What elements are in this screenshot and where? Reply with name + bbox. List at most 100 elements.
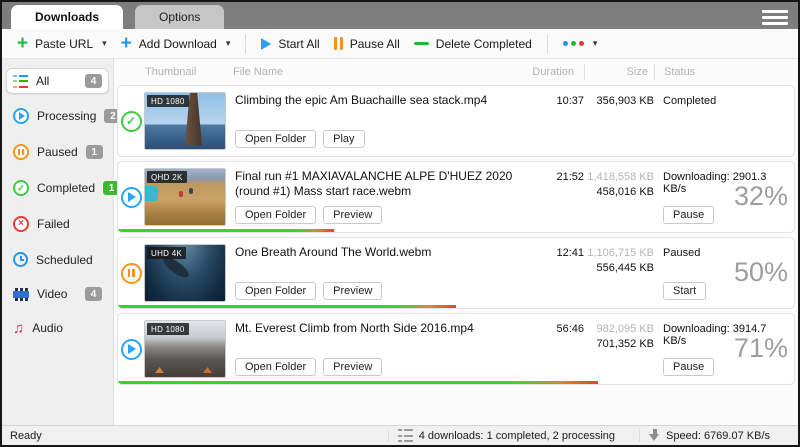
sidebar-item-video[interactable]: Video 4: [6, 281, 109, 307]
app-window: Downloads Options + Paste URL ▾ + Add Do…: [0, 0, 800, 447]
toolbar-separator: [245, 34, 246, 54]
status-bar: Ready 4 downloads: 1 completed, 2 proces…: [2, 425, 798, 445]
music-note-icon: ♫: [13, 322, 24, 335]
speed-text: Speed: 6769.07 KB/s: [666, 430, 770, 442]
add-download-button[interactable]: + Add Download ▾: [114, 35, 238, 53]
preview-button[interactable]: Preview: [323, 358, 382, 376]
sidebar-item-label: Completed: [37, 181, 95, 195]
film-icon: [13, 288, 29, 301]
pause-icon: [334, 37, 343, 50]
size-downloaded: 701,352 KB: [597, 338, 655, 350]
pause-all-button[interactable]: Pause All: [327, 35, 407, 53]
status-text: Paused: [663, 247, 700, 259]
size-downloaded: 556,445 KB: [597, 262, 655, 274]
tab-downloads[interactable]: Downloads: [11, 5, 123, 29]
header-thumbnail[interactable]: Thumbnail: [143, 66, 231, 78]
sidebar-item-processing[interactable]: Processing 2: [6, 102, 109, 130]
sidebar-item-paused[interactable]: Paused 1: [6, 138, 109, 166]
plus-icon: +: [17, 37, 28, 51]
pause-all-label: Pause All: [350, 37, 400, 51]
chevron-down-icon[interactable]: ▾: [102, 38, 107, 49]
tab-strip: Downloads Options: [2, 2, 798, 29]
count-badge: 1: [86, 145, 103, 159]
file-name: Climbing the epic Am Buachaille sea stac…: [235, 93, 518, 108]
add-download-label: Add Download: [139, 37, 217, 51]
check-circle-icon: ✓: [121, 111, 142, 132]
play-circle-icon: [121, 339, 142, 360]
progress-percent: 71%: [734, 333, 788, 364]
chevron-down-icon[interactable]: ▾: [226, 38, 231, 49]
clock-icon: [13, 252, 28, 267]
size-value: 356,903 KB: [597, 95, 655, 107]
pause-button[interactable]: Pause: [663, 358, 714, 376]
downloads-summary-text: 4 downloads: 1 completed, 2 processing: [419, 430, 615, 442]
download-row[interactable]: QHD 2K Final run #1 MAXIAVALANCHE ALPE D…: [117, 161, 795, 233]
sidebar-item-failed[interactable]: × Failed: [6, 210, 109, 238]
duration-value: 12:41: [524, 238, 584, 308]
start-button[interactable]: Start: [663, 282, 706, 300]
file-name: Mt. Everest Climb from North Side 2016.m…: [235, 321, 518, 336]
list-icon: [398, 429, 413, 442]
download-row[interactable]: UHD 4K One Breath Around The World.webm …: [117, 237, 795, 309]
progress-bar: [118, 229, 334, 232]
quality-badge: QHD 2K: [147, 171, 187, 183]
preview-button[interactable]: Preview: [323, 206, 382, 224]
sidebar-item-all[interactable]: All 4: [6, 68, 109, 94]
paste-url-button[interactable]: + Paste URL ▾: [10, 35, 114, 53]
tab-options[interactable]: Options: [135, 5, 224, 29]
play-icon: [261, 38, 271, 50]
menu-hamburger-icon[interactable]: [762, 10, 788, 25]
video-thumbnail: QHD 2K: [144, 168, 226, 226]
pause-button[interactable]: Pause: [663, 206, 714, 224]
quality-badge: HD 1080: [147, 95, 189, 107]
progress-bar: [118, 305, 456, 308]
duration-value: 21:52: [524, 162, 584, 232]
progress-percent: 32%: [734, 181, 788, 212]
count-badge: 4: [85, 74, 102, 88]
duration-value: 10:37: [524, 86, 584, 156]
sidebar-item-label: Failed: [37, 217, 70, 231]
header-status[interactable]: Status: [655, 66, 795, 78]
pause-circle-icon: [13, 144, 29, 160]
open-folder-button[interactable]: Open Folder: [235, 282, 316, 300]
check-circle-icon: ✓: [13, 180, 29, 196]
paste-url-label: Paste URL: [35, 37, 93, 51]
chevron-down-icon[interactable]: ▾: [593, 38, 598, 49]
preview-button[interactable]: Preview: [323, 282, 382, 300]
progress-bar: [118, 381, 598, 384]
toolbar: + Paste URL ▾ + Add Download ▾ Start All…: [2, 29, 798, 59]
delete-completed-button[interactable]: Delete Completed: [407, 35, 539, 53]
plus-icon: +: [121, 37, 132, 51]
list-icon: [13, 75, 28, 88]
file-name: One Breath Around The World.webm: [235, 245, 518, 260]
sidebar-item-label: Paused: [37, 145, 78, 159]
play-button[interactable]: Play: [323, 130, 364, 148]
open-folder-button[interactable]: Open Folder: [235, 358, 316, 376]
header-file-name[interactable]: File Name: [231, 66, 525, 78]
header-duration[interactable]: Duration: [525, 64, 585, 80]
sidebar-item-audio[interactable]: ♫ Audio: [6, 315, 109, 341]
sidebar-item-label: All: [36, 74, 49, 88]
start-all-button[interactable]: Start All: [254, 35, 326, 53]
download-row[interactable]: HD 1080 Mt. Everest Climb from North Sid…: [117, 313, 795, 385]
x-circle-icon: ×: [13, 216, 29, 232]
size-total: 982,095 KB: [597, 323, 655, 335]
open-folder-button[interactable]: Open Folder: [235, 206, 316, 224]
sidebar-item-completed[interactable]: ✓ Completed 1: [6, 174, 109, 202]
sidebar-item-scheduled[interactable]: Scheduled: [6, 246, 109, 273]
play-circle-icon: [13, 108, 29, 124]
video-thumbnail: HD 1080: [144, 92, 226, 150]
more-options-button[interactable]: ▾: [556, 36, 605, 51]
video-thumbnail: UHD 4K: [144, 244, 226, 302]
toolbar-separator: [547, 34, 548, 54]
video-thumbnail: HD 1080: [144, 320, 226, 378]
duration-value: 56:46: [524, 314, 584, 384]
start-all-label: Start All: [278, 37, 319, 51]
sidebar-item-label: Video: [37, 287, 67, 301]
speed-indicator: Speed: 6769.07 KB/s: [639, 429, 770, 442]
size-total: 1,106,715 KB: [587, 247, 654, 259]
minus-icon: [414, 42, 429, 45]
header-size[interactable]: Size: [585, 64, 655, 80]
open-folder-button[interactable]: Open Folder: [235, 130, 316, 148]
download-row[interactable]: ✓ HD 1080 Climbing the epic Am Buachaill…: [117, 85, 795, 157]
